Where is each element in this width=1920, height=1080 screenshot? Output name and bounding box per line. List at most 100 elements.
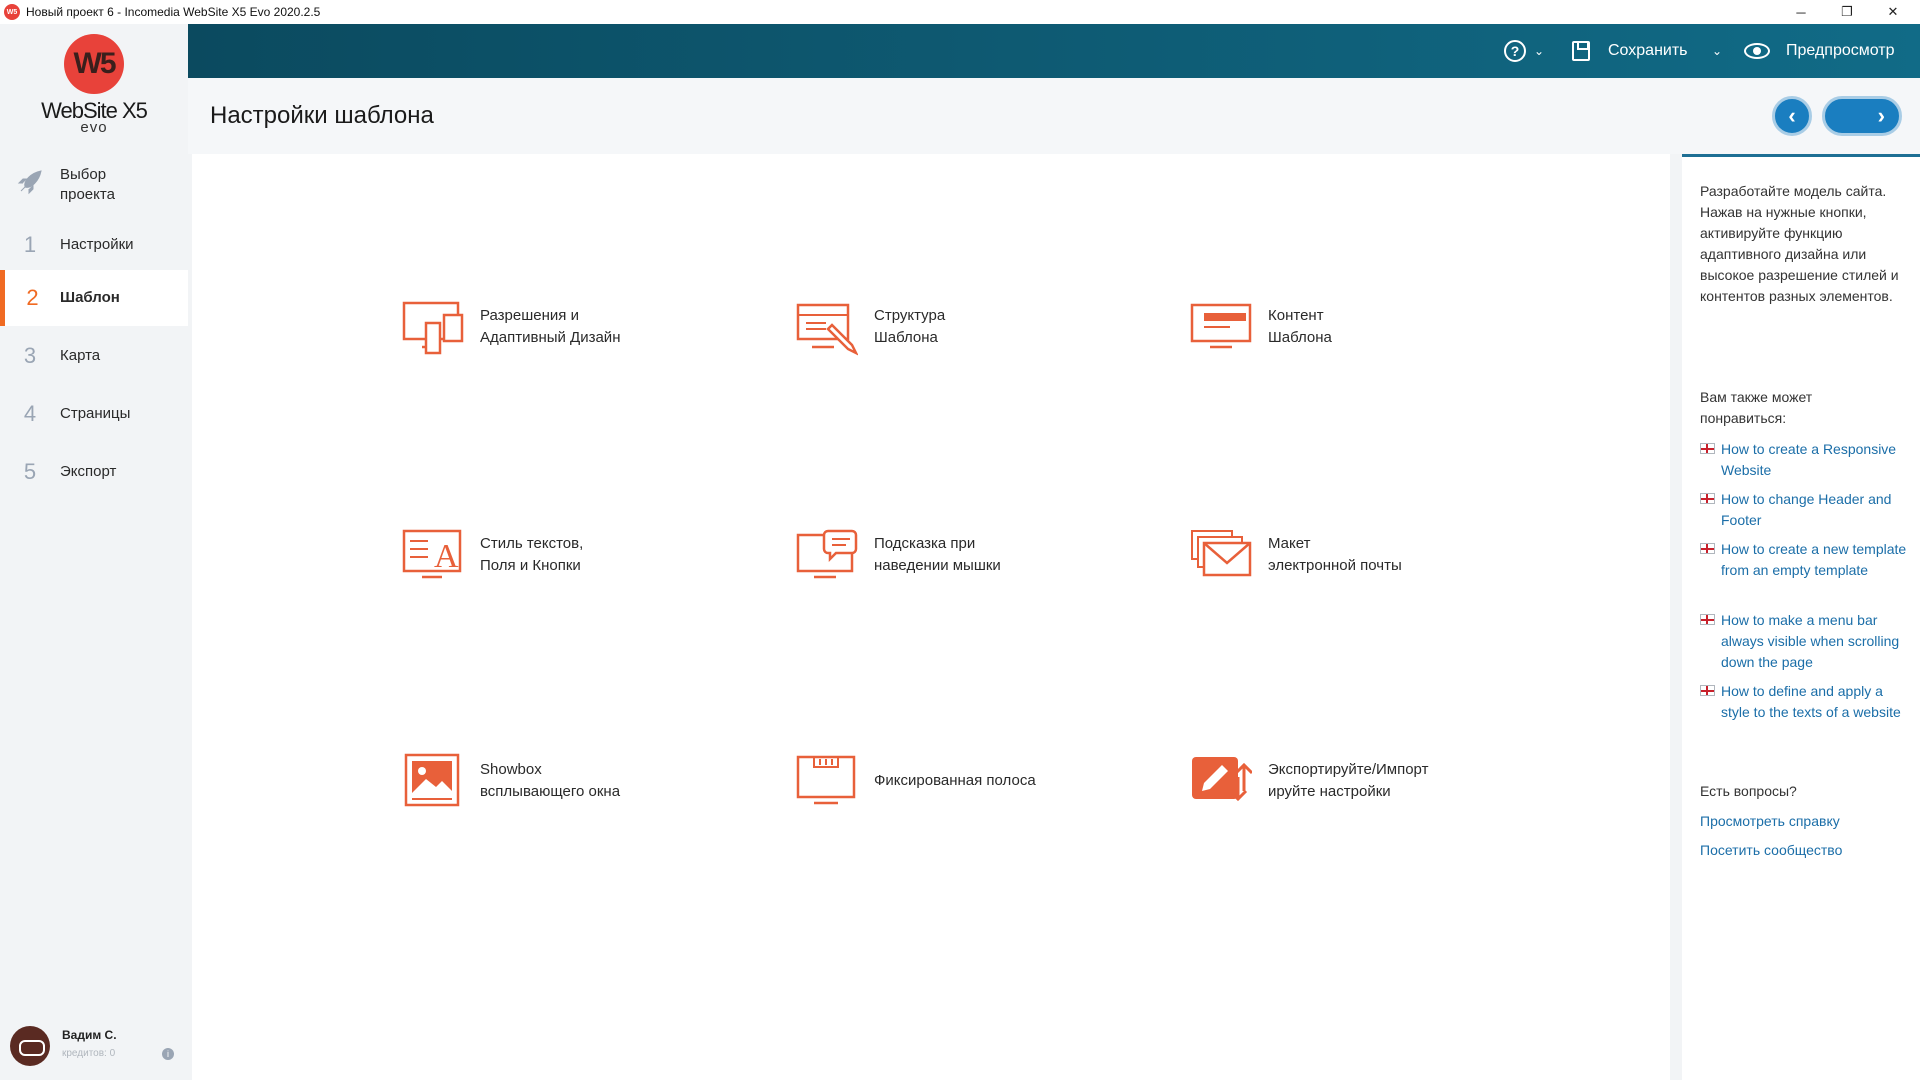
showbox-icon xyxy=(404,753,460,807)
help-description: Разработайте модель сайта. Нажав на нужн… xyxy=(1700,183,1899,304)
sidebar-item-pages[interactable]: 4 Страницы xyxy=(0,386,188,442)
tile-structure[interactable]: Структура Шаблона xyxy=(796,292,1176,362)
sidebar-item-label: Экспорт xyxy=(60,463,117,480)
sidebar: W5 WebSite X5 evo Выбор проекта 1 Настро… xyxy=(0,24,188,1080)
logo-edition: evo xyxy=(80,119,108,136)
sidebar-item-template[interactable]: 2 Шаблон xyxy=(0,270,188,326)
tile-label-line1: Фиксированная полоса xyxy=(874,772,1036,789)
questions-heading: Есть вопросы? xyxy=(1700,783,1797,799)
tile-label-line2: Шаблона xyxy=(1268,329,1332,346)
tile-showbox[interactable]: Showbox всплывающего окна xyxy=(402,746,782,816)
help-link-text: How to define and apply a style to the t… xyxy=(1721,683,1901,720)
template-content-icon xyxy=(1190,303,1252,349)
text-style-icon: A xyxy=(402,529,462,579)
preview-button[interactable]: Предпросмотр xyxy=(1744,24,1895,78)
info-icon[interactable]: i xyxy=(162,1048,174,1060)
minimize-button[interactable]: ─ xyxy=(1778,0,1824,24)
step-number: 3 xyxy=(23,343,37,368)
sticky-bar-icon xyxy=(796,755,856,805)
page-header: Настройки шаблона ‹ › xyxy=(188,78,1920,154)
page-title: Настройки шаблона xyxy=(210,102,434,129)
sidebar-item-settings[interactable]: 1 Настройки xyxy=(0,220,188,270)
view-help-link[interactable]: Просмотреть справку xyxy=(1700,813,1840,829)
flag-icon xyxy=(1700,543,1715,554)
tile-resolutions[interactable]: Разрешения и Адаптивный Дизайн xyxy=(402,292,782,362)
help-panel: Разработайте модель сайта. Нажав на нужн… xyxy=(1682,154,1920,1080)
user-credits: кредитов: 0 xyxy=(62,1048,116,1059)
avatar[interactable] xyxy=(10,1026,50,1066)
help-link-text: How to create a Responsive Website xyxy=(1721,441,1897,478)
rocket-icon xyxy=(0,169,60,201)
back-button[interactable]: ‹ xyxy=(1772,96,1812,136)
tile-label-line2: ируйте настройки xyxy=(1268,783,1391,800)
flag-icon xyxy=(1700,614,1715,625)
tile-sticky-bar[interactable]: Фиксированная полоса xyxy=(796,746,1176,816)
tooltip-icon xyxy=(796,529,858,579)
step-number: 5 xyxy=(23,459,37,484)
window-titlebar: W5 Новый проект 6 - Incomedia WebSite X5… xyxy=(0,0,1920,24)
template-settings-grid: Разрешения и Адаптивный Дизайн Структура Ш… xyxy=(192,154,1670,1080)
app-logo: W5 WebSite X5 evo xyxy=(0,34,188,144)
close-button[interactable]: ✕ xyxy=(1870,0,1916,24)
step-number: 1 xyxy=(23,232,37,257)
save-options-button[interactable]: ⌄ xyxy=(1704,24,1722,78)
tile-label-line2: Поля и Кнопки xyxy=(480,557,581,574)
svg-text:A: A xyxy=(434,538,459,575)
save-button[interactable]: Сохранить xyxy=(1572,24,1688,78)
window-title: Новый проект 6 - Incomedia WebSite X5 Ev… xyxy=(26,5,321,19)
preview-label: Предпросмотр xyxy=(1786,42,1895,59)
tile-label-line1: Разрешения и xyxy=(480,307,579,324)
step-number: 4 xyxy=(23,401,37,426)
tile-label-line1: Showbox xyxy=(480,761,542,778)
flag-icon xyxy=(1700,493,1715,504)
step-number: 2 xyxy=(26,285,39,310)
help-menu-button[interactable]: ? ⌄ xyxy=(1504,24,1544,78)
user-name: Вадим С. xyxy=(62,1028,117,1042)
tile-label-line2: наведении мышки xyxy=(874,557,1001,574)
tile-label-line2: электронной почты xyxy=(1268,557,1402,574)
sidebar-item-label: Страницы xyxy=(60,405,131,422)
sidebar-item-label: Шаблон xyxy=(60,289,120,306)
tile-content[interactable]: Контент Шаблона xyxy=(1190,292,1570,362)
chevron-down-icon: ⌄ xyxy=(1712,44,1723,58)
tile-label-line2: всплывающего окна xyxy=(480,783,621,800)
next-button[interactable]: › xyxy=(1822,96,1902,136)
template-structure-icon xyxy=(796,303,858,356)
help-link-text: How to make a menu bar always visible wh… xyxy=(1721,612,1900,670)
sidebar-item-project[interactable]: Выбор проекта xyxy=(0,160,188,210)
help-link[interactable]: How to create a new template from an emp… xyxy=(1700,539,1910,581)
help-link[interactable]: How to define and apply a style to the t… xyxy=(1700,681,1910,723)
export-import-icon xyxy=(1192,757,1252,802)
flag-icon xyxy=(1700,443,1715,454)
sidebar-item-label: Карта xyxy=(60,347,101,364)
help-link[interactable]: How to change Header and Footer xyxy=(1700,489,1910,531)
tile-label-line2: Шаблона xyxy=(874,329,938,346)
tile-email[interactable]: Макет электронной почты xyxy=(1190,520,1570,590)
eye-icon xyxy=(1744,43,1770,59)
email-template-icon xyxy=(1191,530,1252,577)
tile-label-line2: Адаптивный Дизайн xyxy=(480,329,621,346)
help-link[interactable]: How to make a menu bar always visible wh… xyxy=(1700,610,1910,673)
tile-label-line1: Контент xyxy=(1268,307,1324,324)
sidebar-item-export[interactable]: 5 Экспорт xyxy=(0,444,188,500)
tile-label-line1: Экспортируйте/Импорт xyxy=(1268,761,1429,778)
help-link-text: How to create a new template from an emp… xyxy=(1721,541,1907,578)
tile-tooltip[interactable]: Подсказка при наведении мышки xyxy=(796,520,1176,590)
save-label: Сохранить xyxy=(1608,42,1688,59)
tile-label-line1: Подсказка при xyxy=(874,535,976,552)
community-link[interactable]: Посетить сообщество xyxy=(1700,842,1842,858)
app-icon: W5 xyxy=(4,4,20,20)
tile-text-style[interactable]: A Стиль текстов, Поля и Кнопки xyxy=(402,520,782,590)
tile-label-line1: Структура xyxy=(874,307,946,324)
tile-export-import[interactable]: Экспортируйте/Импорт ируйте настройки xyxy=(1190,746,1570,816)
chevron-down-icon: ⌄ xyxy=(1534,44,1545,58)
sidebar-item-map[interactable]: 3 Карта xyxy=(0,328,188,384)
devices-icon xyxy=(402,301,464,355)
sidebar-item-label: Настройки xyxy=(60,236,134,253)
help-link[interactable]: How to create a Responsive Website xyxy=(1700,439,1910,481)
help-icon: ? xyxy=(1504,40,1526,62)
save-icon xyxy=(1572,41,1590,61)
user-panel[interactable]: Вадим С. кредитов: 0 i xyxy=(10,1024,180,1074)
restore-button[interactable]: ❐ xyxy=(1824,0,1870,24)
logo-mark: W5 xyxy=(64,34,124,94)
